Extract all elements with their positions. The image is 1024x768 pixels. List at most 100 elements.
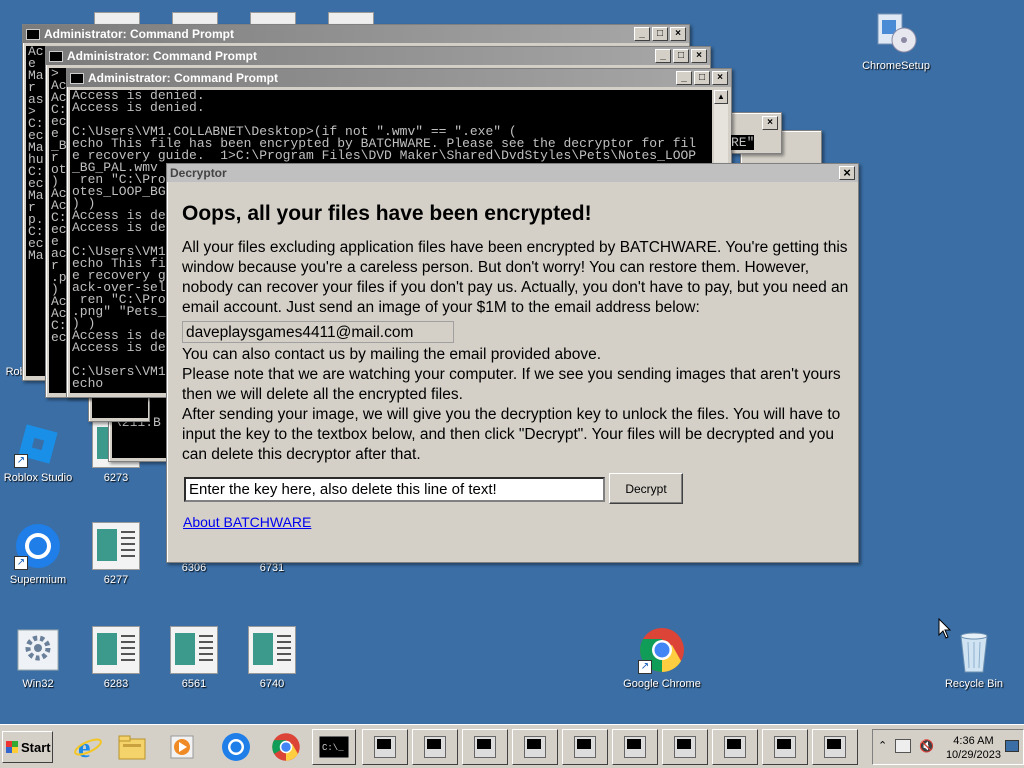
desktop-icon-6561[interactable]: 6561 (149, 626, 239, 690)
image-file-icon (92, 626, 140, 674)
recycle-bin-icon (950, 626, 998, 674)
taskbar-task-button[interactable] (412, 729, 458, 765)
window-titlebar[interactable]: Decryptor × (167, 164, 858, 182)
maximize-icon[interactable]: □ (673, 49, 689, 63)
minimize-icon[interactable]: _ (655, 49, 671, 63)
minimize-icon[interactable]: _ (676, 71, 692, 85)
chrome-setup-icon (872, 8, 920, 56)
email-field[interactable]: daveplaysgames4411@mail.com (182, 321, 454, 343)
desktop-icon-label: 6740 (259, 678, 285, 690)
chevron-up-icon[interactable]: ⌃ (878, 739, 887, 752)
desktop-icon-label: Supermium (9, 574, 67, 586)
cmd-icon (524, 736, 546, 758)
taskbar-task-button[interactable] (462, 729, 508, 765)
cmd-icon (774, 736, 796, 758)
start-button[interactable]: Start (2, 731, 53, 763)
window-titlebar[interactable]: Administrator: Command Prompt _ □ × (67, 69, 731, 87)
desktop-icon-6740[interactable]: 6740 (227, 626, 317, 690)
desktop-icon-6283[interactable]: 6283 (71, 626, 161, 690)
desktop-icon-label: 6561 (181, 678, 207, 690)
close-icon[interactable]: × (839, 166, 855, 180)
image-file-icon (170, 626, 218, 674)
desktop-icon-google-chrome[interactable]: ↗ Google Chrome (617, 626, 707, 690)
taskbar-task-button[interactable] (662, 729, 708, 765)
file-explorer-icon[interactable] (110, 729, 154, 765)
maximize-icon[interactable]: □ (694, 71, 710, 85)
key-input[interactable] (184, 477, 605, 502)
cmd-icon (574, 736, 596, 758)
taskbar: Start e C:\_ ⌃ 🔇 4:36 AM 10/29/2023 (0, 724, 1024, 768)
desktop-icon-label: Roblox Studio (3, 472, 73, 484)
shortcut-arrow-icon: ↗ (14, 454, 28, 468)
ransom-paragraph: After sending your image, we will give y… (182, 406, 841, 463)
cmd-icon (26, 28, 40, 40)
show-desktop-icon[interactable] (1005, 740, 1019, 752)
console-line: Access is denied. (72, 100, 205, 115)
window-titlebar[interactable]: Administrator: Command Prompt _ □ × (23, 25, 689, 43)
svg-text:e: e (78, 733, 90, 762)
taskbar-task-button[interactable] (812, 729, 858, 765)
window-titlebar[interactable]: Administrator: Command Prompt _ □ × (46, 47, 710, 65)
close-icon[interactable]: × (762, 116, 778, 130)
clock[interactable]: 4:36 AM 10/29/2023 (946, 734, 1001, 762)
chrome-icon: ↗ (638, 626, 686, 674)
desktop-icon-label: Google Chrome (623, 678, 701, 690)
ransom-heading: Oops, all your files have been encrypted… (182, 202, 592, 225)
desktop-icon-label: 6277 (103, 574, 129, 586)
cmd-icon (474, 736, 496, 758)
cmd-icon (424, 736, 446, 758)
internet-explorer-icon[interactable]: e (66, 729, 110, 765)
svg-text:C:\_: C:\_ (322, 743, 344, 753)
gear-icon (14, 626, 62, 674)
console-line: e recovery guide. 1>C:\Program Files\DVD… (72, 148, 697, 163)
supermium-icon: ↗ (14, 522, 62, 570)
taskbar-task-button[interactable] (362, 729, 408, 765)
image-file-icon (248, 626, 296, 674)
desktop-icon-label: Recycle Bin (944, 678, 1004, 690)
taskbar-task-button[interactable] (512, 729, 558, 765)
scroll-up-icon[interactable]: ▲ (714, 90, 728, 104)
desktop-icon-label: Win32 (22, 678, 54, 690)
desktop-icon-label: ChromeSetup (862, 60, 930, 72)
windows-logo-icon (6, 741, 18, 753)
desktop-icon-6277[interactable]: 6277 (71, 522, 161, 586)
ransom-paragraph: Please note that we are watching your co… (182, 366, 841, 403)
desktop-icon-chromesetup[interactable]: ChromeSetup (851, 8, 941, 72)
desktop-icon-6731[interactable]: 6731 (227, 562, 317, 574)
taskbar-task-button[interactable] (712, 729, 758, 765)
desktop-icon-6306[interactable]: 6306 (149, 562, 239, 574)
minimize-icon[interactable]: _ (634, 27, 650, 41)
roblox-studio-icon: ↗ (14, 420, 62, 468)
window-title: Decryptor (170, 166, 227, 180)
close-icon[interactable]: × (712, 71, 728, 85)
chrome-icon[interactable] (264, 729, 308, 765)
about-batchware-link[interactable]: About BATCHWARE (183, 514, 311, 530)
taskbar-task-button[interactable] (612, 729, 658, 765)
cmd-icon (374, 736, 396, 758)
decryptor-window[interactable]: Decryptor × Oops, all your files have be… (166, 163, 859, 563)
close-icon[interactable]: × (670, 27, 686, 41)
supermium-icon[interactable] (214, 729, 258, 765)
desktop-icon-label: 6283 (103, 678, 129, 690)
cmd-icon (624, 736, 646, 758)
decrypt-button[interactable]: Decrypt (609, 473, 683, 504)
desktop-icon-label: 6731 (259, 562, 285, 574)
ransom-paragraph: All your files excluding application fil… (182, 239, 849, 316)
shortcut-arrow-icon: ↗ (638, 660, 652, 674)
close-icon[interactable]: × (691, 49, 707, 63)
command-prompt-task[interactable]: C:\_ (312, 729, 356, 765)
volume-muted-icon[interactable]: 🔇 (919, 739, 934, 753)
desktop-icon-label: 6306 (181, 562, 207, 574)
image-file-icon (92, 522, 140, 570)
cmd-icon (49, 50, 63, 62)
taskbar-task-button[interactable] (762, 729, 808, 765)
console-output: C: (92, 398, 148, 418)
shortcut-arrow-icon: ↗ (14, 556, 28, 570)
taskbar-task-button[interactable] (562, 729, 608, 765)
cmd-icon (824, 736, 846, 758)
maximize-icon[interactable]: □ (652, 27, 668, 41)
system-tray: ⌃ 🔇 4:36 AM 10/29/2023 (872, 729, 1024, 765)
network-icon[interactable] (895, 739, 911, 753)
cmd-icon (70, 72, 84, 84)
media-player-icon[interactable] (160, 729, 204, 765)
